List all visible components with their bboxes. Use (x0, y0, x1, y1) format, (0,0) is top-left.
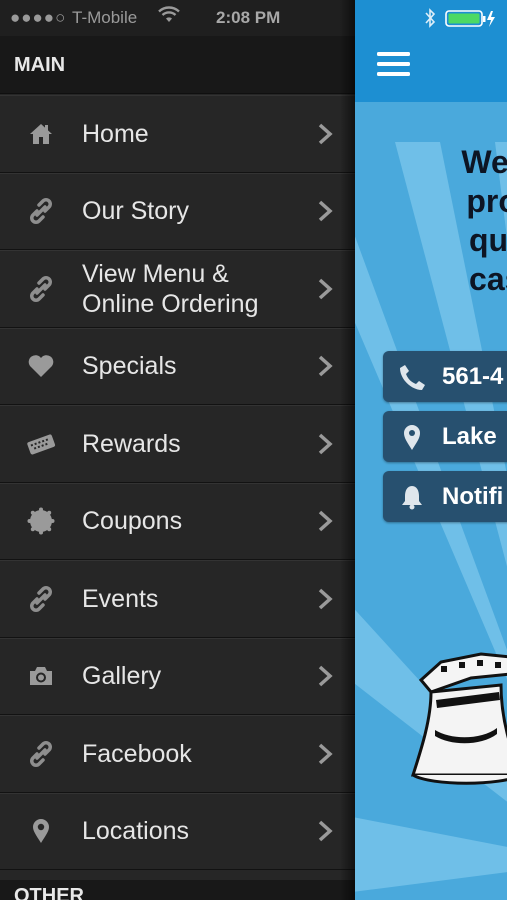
menu-item-label: View Menu & Online Ordering (82, 259, 259, 318)
carrier-name: T-Mobile (72, 8, 138, 27)
bell-icon (402, 486, 422, 510)
status-bar-right (355, 0, 507, 36)
chevron-right-icon (318, 665, 333, 687)
chevron-right-icon (318, 200, 333, 222)
main-content: We pr provi quality casu 561-4 Lake Noti… (355, 0, 507, 900)
menu-item-gallery[interactable]: Gallery (0, 637, 355, 715)
menu-list: Home Our Story View Menu & Online Orderi… (0, 95, 355, 870)
notifications-button[interactable]: Notifi (383, 471, 507, 522)
pin-icon (26, 816, 56, 846)
chevron-right-icon (318, 278, 333, 300)
ticket-icon (26, 429, 56, 459)
menu-item-home[interactable]: Home (0, 95, 355, 173)
menu-item-locations[interactable]: Locations (0, 792, 355, 870)
clock: 2:08 PM (216, 8, 281, 27)
menu-item-label: Locations (82, 817, 190, 846)
notifications-button-label: Notifi (442, 483, 504, 510)
hamburger-menu-icon[interactable] (377, 51, 410, 77)
location-button[interactable]: Lake (383, 411, 507, 462)
battery-icon (445, 10, 495, 27)
link-icon (26, 196, 56, 226)
menu-item-rewards[interactable]: Rewards (0, 405, 355, 483)
bluetooth-icon (425, 8, 436, 28)
menu-item-label: Events (82, 584, 159, 613)
headline: We pr provi quality casu (355, 143, 507, 299)
headline-line: We pr (461, 144, 507, 180)
section-header-other: OTHER (0, 880, 355, 900)
chevron-right-icon (318, 510, 333, 532)
link-icon (26, 584, 56, 614)
side-drawer: ●●●●○ T-Mobile 2:08 PM MAIN Home Our Sto… (0, 0, 355, 900)
call-button-label: 561-4 (442, 363, 504, 390)
app-header (355, 36, 507, 102)
menu-item-label: Our Story (82, 197, 189, 226)
link-icon (26, 274, 56, 304)
menu-item-label: Gallery (82, 662, 162, 691)
link-icon (26, 739, 56, 769)
camera-icon (26, 661, 56, 691)
wifi-icon (158, 6, 180, 29)
home-icon (26, 119, 56, 149)
location-button-label: Lake (442, 423, 497, 450)
section-header-main: MAIN (0, 36, 355, 94)
menu-item-label: Rewards (82, 429, 181, 458)
menu-item-our-story[interactable]: Our Story (0, 172, 355, 250)
badge-icon (26, 506, 56, 536)
chevron-right-icon (318, 355, 333, 377)
location-icon (404, 425, 420, 450)
chevron-right-icon (318, 123, 333, 145)
chevron-right-icon (318, 820, 333, 842)
headline-line: casu (469, 261, 507, 297)
signal-strength: ●●●●○ (10, 8, 67, 27)
menu-item-label: Home (82, 119, 149, 148)
menu-item-events[interactable]: Events (0, 560, 355, 638)
liberty-bell-logo (411, 652, 507, 785)
heart-icon (26, 351, 56, 381)
phone-icon (400, 365, 425, 390)
menu-item-view-menu[interactable]: View Menu & Online Ordering (0, 250, 355, 328)
menu-item-specials[interactable]: Specials (0, 327, 355, 405)
headline-line: provi (466, 183, 507, 219)
menu-item-coupons[interactable]: Coupons (0, 482, 355, 560)
chevron-right-icon (318, 588, 333, 610)
menu-item-label: Specials (82, 352, 177, 381)
headline-line: quality (468, 222, 507, 258)
menu-item-label: Facebook (82, 739, 192, 768)
menu-item-facebook[interactable]: Facebook (0, 715, 355, 793)
chevron-right-icon (318, 433, 333, 455)
menu-item-label: Coupons (82, 507, 183, 536)
status-bar: ●●●●○ T-Mobile 2:08 PM (0, 0, 355, 36)
chevron-right-icon (318, 743, 333, 765)
call-button[interactable]: 561-4 (383, 351, 507, 402)
